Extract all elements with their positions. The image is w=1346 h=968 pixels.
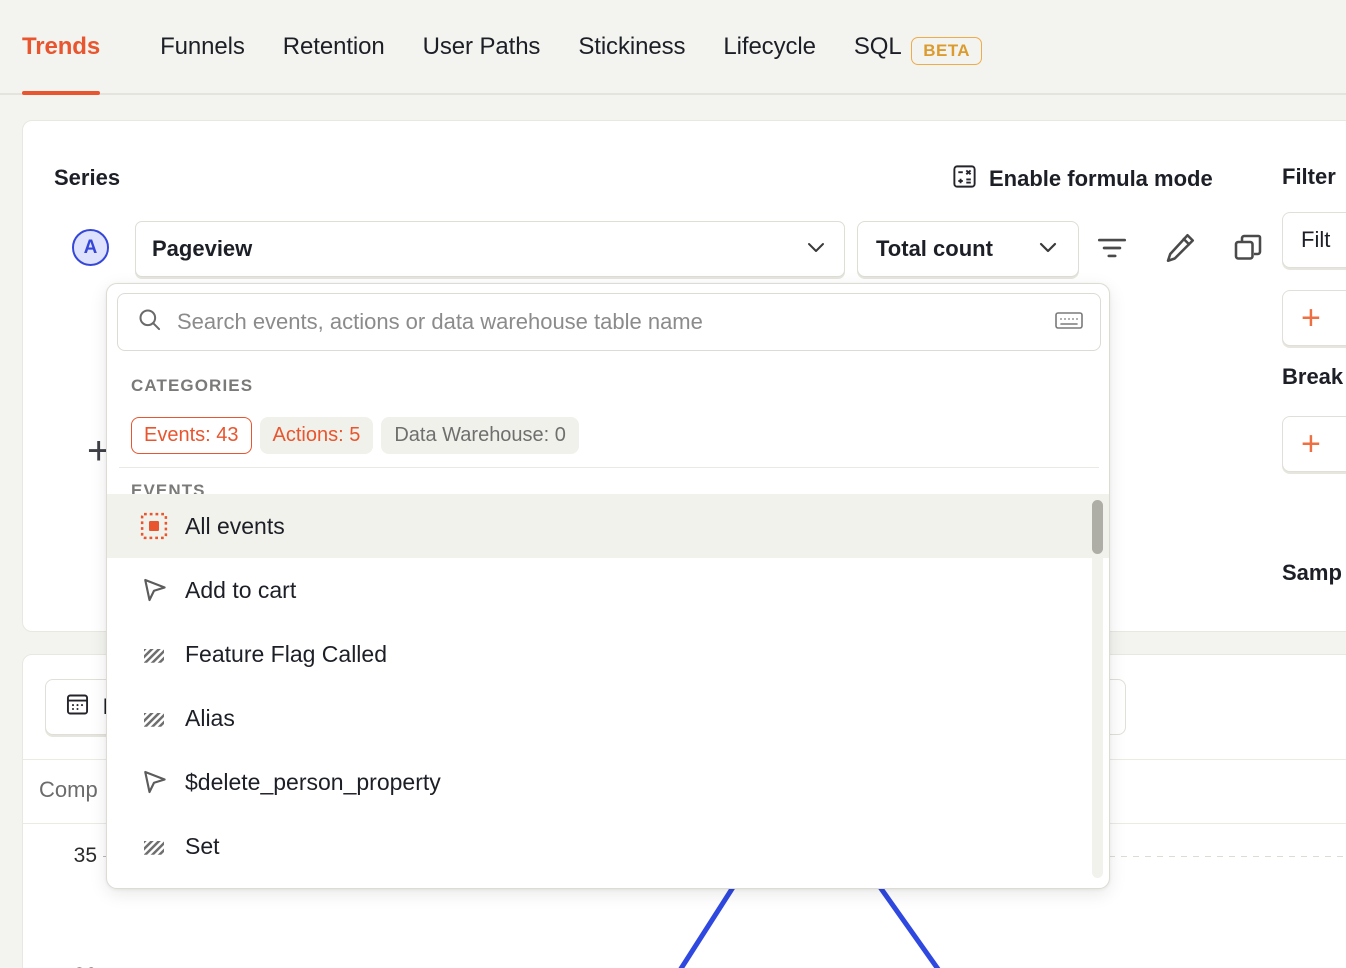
filters-heading: Filter [1282,164,1336,189]
filter-match-select[interactable]: Filt [1282,212,1346,268]
list-item-alias[interactable]: Alias [107,686,1109,750]
compare-legend-label: Comp [39,777,98,802]
filters-panel: Filter Filt + Break + Samp [1262,120,1346,632]
y-axis-tick: 35 [73,844,97,867]
chip-events[interactable]: Events: 43 [131,417,252,454]
categories-section-label: CATEGORIES [131,376,254,395]
category-chips: Events: 43 Actions: 5 Data Warehouse: 0 [131,417,579,454]
chevron-down-icon [1036,235,1060,264]
enable-formula-mode-label: Enable formula mode [989,166,1213,191]
tab-stickiness[interactable]: Stickiness [578,30,723,64]
breakdown-heading: Break [1282,364,1344,389]
series-letter-badge: A [72,229,109,266]
add-breakdown-button[interactable]: + [1282,416,1346,472]
tab-retention[interactable]: Retention [283,30,423,64]
edit-pencil-icon[interactable] [1157,225,1203,271]
sampling-heading: Samp [1282,560,1342,585]
dropdown-scrollbar-thumb[interactable] [1092,500,1103,554]
hatched-flag-icon [133,703,175,733]
keyboard-icon[interactable] [1054,308,1084,337]
math-select-a[interactable]: Total count [857,221,1079,277]
list-item-label: Feature Flag Called [185,640,387,667]
list-item-all-events[interactable]: All events [107,494,1109,558]
event-select-a[interactable]: Pageview [135,221,845,277]
list-item-add-to-cart[interactable]: Add to cart [107,558,1109,622]
list-item-label: Set [185,832,220,859]
tab-stickiness-label: Stickiness [578,33,686,60]
tabbar-divider [0,93,1346,95]
event-options-list[interactable]: All events Add to cart Feature Flag Call… [107,494,1109,888]
all-events-icon [133,511,175,541]
y-axis-tick: 30 [37,964,97,968]
tab-sql[interactable]: SQL BETA [853,30,982,65]
calendar-icon [64,691,91,724]
tab-sql-label: SQL [853,33,901,60]
search-box[interactable] [117,293,1101,351]
cursor-icon [133,575,175,605]
calculator-icon [951,163,978,195]
insight-type-tabbar: Trends Funnels Retention User Paths Stic… [0,0,1346,98]
filter-icon[interactable] [1089,225,1135,271]
list-item-label: Alias [185,704,235,731]
list-item-set[interactable]: Set [107,814,1109,878]
event-select-value: Pageview [152,236,253,261]
tab-lifecycle[interactable]: Lifecycle [723,30,853,64]
chip-data-warehouse[interactable]: Data Warehouse: 0 [381,417,579,454]
tab-retention-label: Retention [282,33,385,60]
tab-lifecycle-label: Lifecycle [723,33,816,60]
search-icon [136,306,163,338]
active-tab-indicator [22,91,100,95]
chevron-down-icon [804,235,828,264]
add-filter-button[interactable]: + [1282,290,1346,346]
filter-match-label: Filt [1301,227,1331,252]
plus-icon: + [1301,299,1321,337]
list-item-delete-person-property[interactable]: $delete_person_property [107,750,1109,814]
beta-badge: BETA [911,37,982,65]
enable-formula-mode-button[interactable]: Enable formula mode [951,163,1213,195]
tab-list: Trends Funnels Retention User Paths Stic… [22,30,982,65]
list-item-label: $delete_person_property [185,768,441,795]
list-item-label: Add to cart [185,576,297,603]
tab-funnels[interactable]: Funnels [160,30,283,64]
event-select-dropdown: CATEGORIES Events: 43 Actions: 5 Data Wa… [106,283,1110,889]
dropdown-scrollbar[interactable] [1092,496,1103,878]
list-item-feature-flag-called[interactable]: Feature Flag Called [107,622,1109,686]
tab-funnels-label: Funnels [160,33,245,60]
series-heading: Series [54,165,121,190]
cursor-icon [133,767,175,797]
tab-trends[interactable]: Trends [22,30,160,64]
tab-user-paths-label: User Paths [422,33,541,60]
dropdown-divider [119,467,1099,468]
hatched-flag-icon [133,639,175,669]
hatched-flag-icon [133,831,175,861]
plus-icon: + [1301,425,1321,463]
tab-trends-label: Trends [22,33,101,60]
tab-user-paths[interactable]: User Paths [423,30,579,64]
chip-actions[interactable]: Actions: 5 [259,417,374,454]
list-item-label: All events [185,512,285,539]
search-input[interactable] [177,309,1054,335]
math-select-value: Total count [876,236,993,261]
